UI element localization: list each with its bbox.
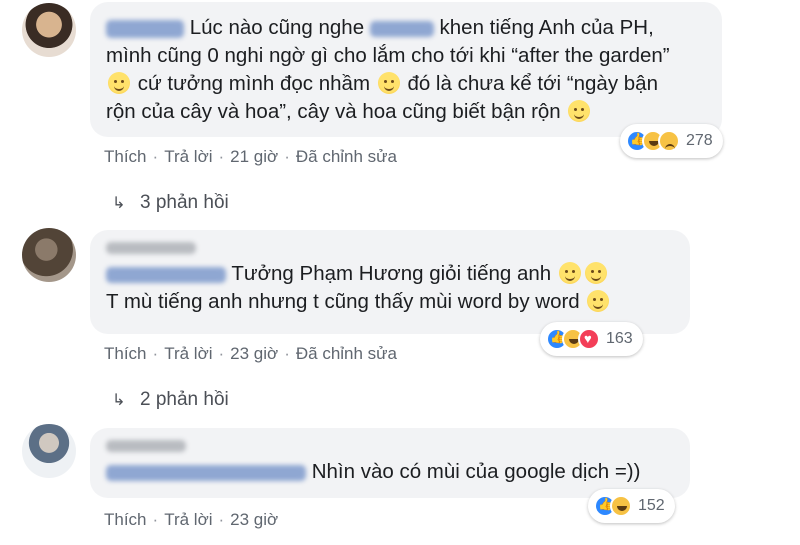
comment-actions: Thích · Trả lời · 23 giờ <box>104 510 279 529</box>
commenter-name[interactable] <box>106 266 226 283</box>
like-link[interactable]: Thích <box>104 147 147 166</box>
reaction-count: 152 <box>638 497 665 514</box>
reply-link[interactable]: Trả lời <box>164 147 212 166</box>
astonished-emoji-icon <box>584 262 607 284</box>
comment-bubble: Nhìn vào có mùi của google dịch =)) <box>90 428 690 498</box>
like-link[interactable]: Thích <box>104 344 147 363</box>
reaction-summary[interactable]: 278 <box>620 124 723 158</box>
comment-text: Tưởng Phạm Hương giỏi tiếng anh T mù tiế… <box>106 260 674 316</box>
rofl-emoji-icon <box>587 290 610 312</box>
edited-label: Đã chỉnh sửa <box>295 147 398 166</box>
reply-arrow-icon: ↳ <box>112 392 126 409</box>
reaction-count: 278 <box>686 132 713 149</box>
reply-to-name <box>106 439 186 452</box>
reply-tag <box>106 436 674 454</box>
reply-to-name <box>106 241 196 254</box>
avatar[interactable] <box>22 424 76 478</box>
commenter-name[interactable] <box>106 19 184 38</box>
edited-label: Đã chỉnh sửa <box>295 344 398 363</box>
view-replies-link[interactable]: ↳ 3 phản hồi <box>112 192 229 214</box>
timestamp-link[interactable]: 21 giờ <box>230 147 278 166</box>
reaction-summary[interactable]: 163 <box>540 322 643 356</box>
reply-arrow-icon: ↳ <box>112 195 126 212</box>
comment-bubble: Lúc nào cũng nghe khen tiếng Anh của PH,… <box>90 2 722 137</box>
comment-text: Nhìn vào có mùi của google dịch =)) <box>106 458 674 486</box>
tagged-name[interactable] <box>369 20 434 37</box>
comment-actions: Thích · Trả lời · 23 giờ · Đã chỉnh sửa <box>104 344 398 363</box>
reply-tag <box>106 238 674 256</box>
reply-link[interactable]: Trả lời <box>164 344 212 363</box>
timestamp-link[interactable]: 23 giờ <box>230 344 278 363</box>
reaction-count: 163 <box>606 330 633 347</box>
rolling-eyes-emoji-icon <box>558 262 581 284</box>
haha-icon <box>610 495 632 517</box>
avatar[interactable] <box>22 3 76 57</box>
upside-down-emoji-icon <box>377 72 400 94</box>
comment-bubble: Tưởng Phạm Hương giỏi tiếng anh T mù tiế… <box>90 230 690 334</box>
reply-link[interactable]: Trả lời <box>164 510 212 529</box>
reaction-summary[interactable]: 152 <box>588 489 675 523</box>
sad-icon <box>658 130 680 152</box>
timestamp-link[interactable]: 23 giờ <box>230 510 278 529</box>
like-link[interactable]: Thích <box>104 510 147 529</box>
relieved-emoji-icon <box>108 72 130 94</box>
crying-emoji-icon <box>568 100 591 122</box>
comment-text: Lúc nào cũng nghe khen tiếng Anh của PH,… <box>106 16 670 123</box>
avatar[interactable] <box>22 228 76 282</box>
view-replies-link[interactable]: ↳ 2 phản hồi <box>112 389 229 411</box>
comment-actions: Thích · Trả lời · 21 giờ · Đã chỉnh sửa <box>104 147 398 166</box>
love-icon <box>578 328 600 350</box>
commenter-name[interactable] <box>106 464 306 481</box>
